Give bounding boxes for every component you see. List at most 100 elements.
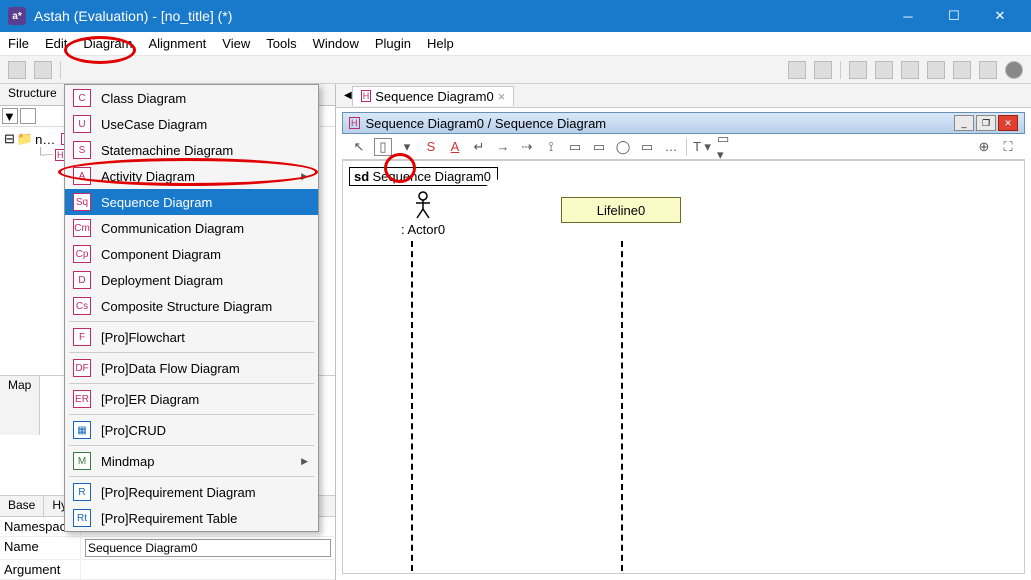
- left-panel: Structure ▼ ⊟ 📁 n… H └┈ H CClass Diagram…: [0, 84, 336, 580]
- menu-item-icon: R: [73, 483, 91, 501]
- more-icon[interactable]: [979, 61, 997, 79]
- actor-lifeline[interactable]: [411, 241, 413, 571]
- menu-item-icon: Rt: [73, 509, 91, 527]
- minimize-button[interactable]: ─: [885, 0, 931, 32]
- name-input[interactable]: [85, 539, 331, 557]
- pointer-tool-icon[interactable]: ↖: [350, 138, 368, 156]
- zoom-in-icon[interactable]: ⊕: [975, 138, 993, 156]
- maximize-button[interactable]: ☐: [931, 0, 977, 32]
- actor-stick-icon: [413, 191, 433, 219]
- canvas-close-button[interactable]: ✕: [998, 115, 1018, 131]
- menu-item-composite-structure-diagram[interactable]: CsComposite Structure Diagram: [65, 293, 318, 319]
- tab-close-icon[interactable]: ×: [498, 89, 506, 104]
- menu-item-communication-diagram[interactable]: CmCommunication Diagram: [65, 215, 318, 241]
- folder-icon: 📁: [17, 131, 33, 147]
- lifeline-tool-icon[interactable]: ▯: [374, 138, 392, 156]
- menu-item-label: Statemachine Diagram: [101, 143, 233, 158]
- close-button[interactable]: ✕: [977, 0, 1023, 32]
- map-tab[interactable]: Map: [0, 376, 40, 435]
- menu-item-sequence-diagram[interactable]: SqSequence Diagram: [65, 189, 318, 215]
- canvas-minimize-button[interactable]: _: [954, 115, 974, 131]
- actor-element[interactable]: : Actor0: [401, 191, 445, 237]
- state-icon[interactable]: ◯: [614, 138, 632, 156]
- menu-item-label: Deployment Diagram: [101, 273, 223, 288]
- tree-expander-icon[interactable]: ⊟: [4, 131, 15, 147]
- menu-item-mindmap[interactable]: MMindmap▶: [65, 448, 318, 474]
- menu-help[interactable]: Help: [419, 33, 462, 54]
- lifeline-label: Lifeline0: [597, 203, 645, 218]
- canvas-tab[interactable]: H Sequence Diagram0 ×: [352, 86, 515, 106]
- menu-plugin[interactable]: Plugin: [367, 33, 419, 54]
- diagram-dropdown-menu: CClass DiagramUUseCase DiagramSStatemach…: [64, 84, 319, 532]
- tree-root-label[interactable]: n…: [35, 132, 55, 147]
- lifeline-element[interactable]: Lifeline0: [561, 197, 681, 223]
- menu-separator: [69, 414, 314, 415]
- open-icon[interactable]: [34, 61, 52, 79]
- menu-tools[interactable]: Tools: [258, 33, 304, 54]
- menu-item--pro-data-flow-diagram[interactable]: DF[Pro]Data Flow Diagram: [65, 355, 318, 381]
- menu-item-class-diagram[interactable]: CClass Diagram: [65, 85, 318, 111]
- line-icon[interactable]: [953, 61, 971, 79]
- menu-item--pro-er-diagram[interactable]: ER[Pro]ER Diagram: [65, 386, 318, 412]
- window-title: Astah (Evaluation) - [no_title] (*): [34, 8, 885, 24]
- diagram-canvas[interactable]: sd Sequence Diagram0 : Actor0 Lifeline0: [342, 160, 1025, 574]
- style-icon[interactable]: [849, 61, 867, 79]
- menu-item--pro-flowchart[interactable]: F[Pro]Flowchart: [65, 324, 318, 350]
- app-icon: a*: [8, 7, 26, 25]
- new-icon[interactable]: [8, 61, 26, 79]
- argument-label: Argument: [0, 560, 80, 579]
- menu-separator: [69, 383, 314, 384]
- grid-icon[interactable]: [814, 61, 832, 79]
- submenu-arrow-icon: ▶: [301, 171, 308, 182]
- circle-icon[interactable]: [1005, 61, 1023, 79]
- menu-item-component-diagram[interactable]: CpComponent Diagram: [65, 241, 318, 267]
- fill-icon[interactable]: [875, 61, 893, 79]
- menu-item-label: [Pro]Flowchart: [101, 330, 185, 345]
- filter-icon[interactable]: ▼: [2, 108, 18, 124]
- canvas-restore-button[interactable]: ❐: [976, 115, 996, 131]
- color-icon[interactable]: [927, 61, 945, 79]
- menu-item-label: Component Diagram: [101, 247, 221, 262]
- menu-item--pro-requirement-table[interactable]: Rt[Pro]Requirement Table: [65, 505, 318, 531]
- menu-item-label: [Pro]Requirement Diagram: [101, 485, 256, 500]
- text-tool-icon[interactable]: T ▾: [693, 138, 711, 156]
- menu-item-label: Communication Diagram: [101, 221, 244, 236]
- menu-item-activity-diagram[interactable]: AActivity Diagram▶: [65, 163, 318, 189]
- lifeline-line[interactable]: [621, 241, 623, 571]
- menu-item-statemachine-diagram[interactable]: SStatemachine Diagram: [65, 137, 318, 163]
- interaction-use-icon[interactable]: ▭: [590, 138, 608, 156]
- tab-nav-left-icon[interactable]: ◀: [344, 90, 352, 101]
- a-tool-icon[interactable]: A: [446, 138, 464, 156]
- menu-item--pro-crud[interactable]: ▦[Pro]CRUD: [65, 417, 318, 443]
- menu-item--pro-requirement-diagram[interactable]: R [Pro]Requirement Diagram: [65, 479, 318, 505]
- menu-diagram[interactable]: Diagram: [75, 33, 140, 54]
- canvas-area: ◀ H Sequence Diagram0 × H Sequence Diagr…: [336, 84, 1031, 580]
- filter2-icon[interactable]: [20, 108, 36, 124]
- menu-alignment[interactable]: Alignment: [140, 33, 214, 54]
- base-tab[interactable]: Base: [0, 496, 44, 516]
- align-icon[interactable]: [788, 61, 806, 79]
- menu-view[interactable]: View: [214, 33, 258, 54]
- menu-item-deployment-diagram[interactable]: DDeployment Diagram: [65, 267, 318, 293]
- menu-edit[interactable]: Edit: [37, 33, 75, 54]
- note-icon[interactable]: ▭: [638, 138, 656, 156]
- menu-item-label: Class Diagram: [101, 91, 186, 106]
- dropdown-arrow-icon[interactable]: ▾: [398, 138, 416, 156]
- more-icon[interactable]: …: [662, 138, 680, 156]
- message-arrow-icon[interactable]: →: [494, 138, 512, 156]
- menu-item-label: [Pro]CRUD: [101, 423, 166, 438]
- zoom-fit-icon[interactable]: ⛶: [999, 138, 1017, 156]
- pin-icon[interactable]: ⟟: [542, 138, 560, 156]
- structure-tab[interactable]: Structure: [0, 84, 66, 105]
- return-arrow-icon[interactable]: ↵: [470, 138, 488, 156]
- menu-window[interactable]: Window: [305, 33, 367, 54]
- rect-tool-icon[interactable]: ▭ ▾: [717, 138, 735, 156]
- combined-fragment-icon[interactable]: ▭: [566, 138, 584, 156]
- menu-item-icon: DF: [73, 359, 91, 377]
- canvas-toolbar: ↖ ▯ ▾ S A ↵ → ⇢ ⟟ ▭ ▭ ◯ ▭ … T ▾ ▭ ▾ ⊕ ⛶: [342, 134, 1025, 160]
- font-icon[interactable]: [901, 61, 919, 79]
- s-tool-icon[interactable]: S: [422, 138, 440, 156]
- menu-item-usecase-diagram[interactable]: UUseCase Diagram: [65, 111, 318, 137]
- menu-file[interactable]: File: [0, 33, 37, 54]
- dashed-arrow-icon[interactable]: ⇢: [518, 138, 536, 156]
